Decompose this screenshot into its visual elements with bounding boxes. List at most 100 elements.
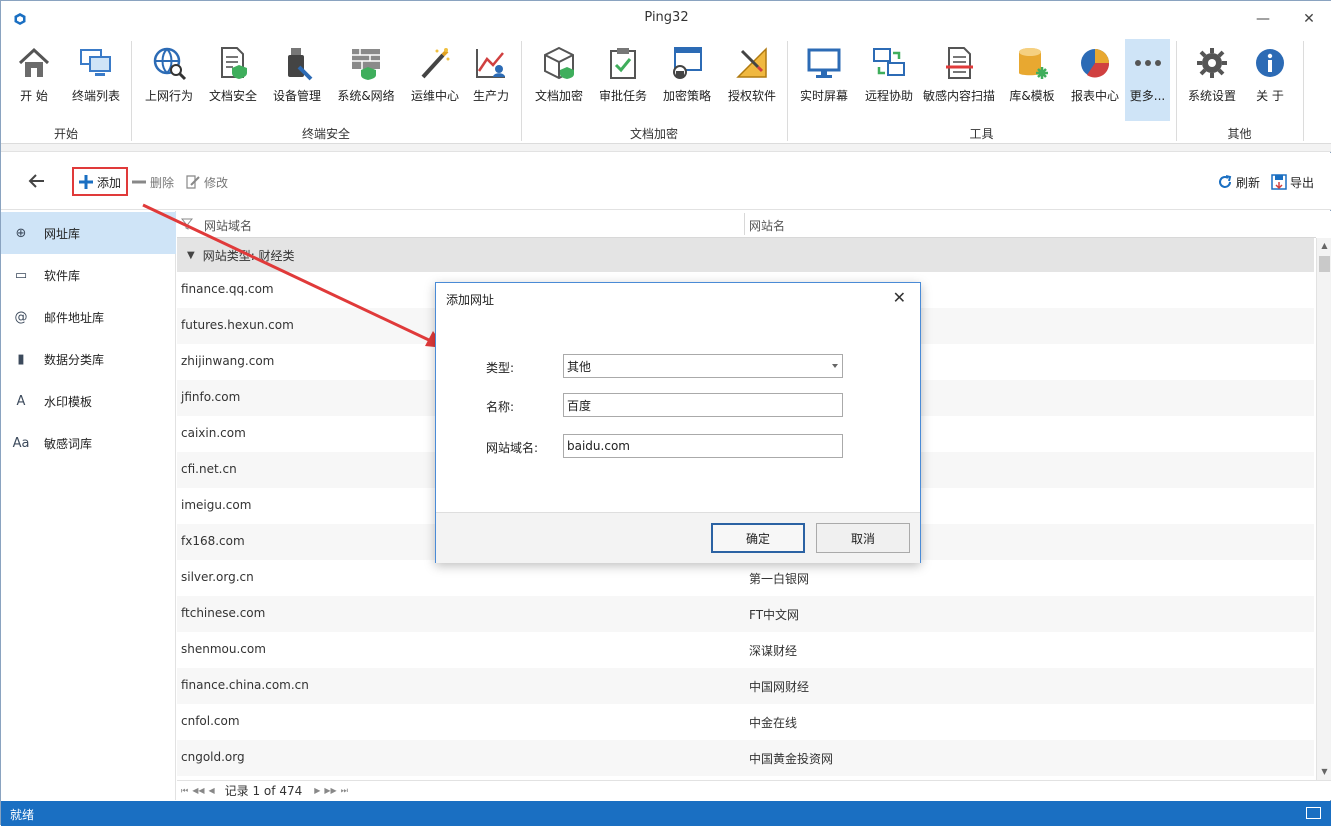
sidebar-item-software-library[interactable]: ▭ 软件库 <box>1 254 176 296</box>
back-arrow-icon[interactable] <box>27 171 47 191</box>
column-header-filter-icon[interactable] <box>180 217 196 231</box>
cell-name: FT中文网 <box>749 608 800 622</box>
ribbon-live-screen-button[interactable]: 实时屏幕 <box>796 39 852 121</box>
sidebar-item-email-library[interactable]: @ 邮件地址库 <box>1 296 176 338</box>
ribbon-sensitive-scan-button[interactable]: 敏感内容扫描 <box>921 39 997 121</box>
ribbon-report-center-button[interactable]: 报表中心 <box>1066 39 1124 121</box>
cell-domain: futures.hexun.com <box>181 318 294 332</box>
library-template-icon <box>1019 48 1048 79</box>
ribbon-remote-assist-button[interactable]: 远程协助 <box>861 39 917 121</box>
delete-button[interactable]: 删除 <box>131 172 174 192</box>
sidebar: ⊕ 网址库 ▭ 软件库 @ 邮件地址库 ▮ 数据分类库 A 水印模板 Aa 敏感… <box>1 211 176 800</box>
scroll-down-icon[interactable]: ▼ <box>1317 764 1331 780</box>
table-row[interactable]: cnfol.com 中金在线 <box>177 704 1314 740</box>
cancel-button[interactable]: 取消 <box>816 523 910 553</box>
table-row[interactable]: silver.org.cn 第一白银网 <box>177 560 1314 596</box>
next-page-icon[interactable]: ▶ <box>314 786 320 795</box>
sidebar-item-sensitive-words[interactable]: Aa 敏感词库 <box>1 422 176 464</box>
add-url-dialog: 添加网址 ✕ 类型: 其他 名称: 百度 网站域名: baidu.com 确定 … <box>435 282 921 563</box>
cell-domain: jfinfo.com <box>181 390 241 404</box>
name-input[interactable]: 百度 <box>563 393 843 417</box>
ribbon-terminal-list-button[interactable]: 终端列表 <box>67 39 125 121</box>
scroll-up-icon[interactable]: ▲ <box>1317 238 1331 254</box>
next-page-fast-icon[interactable]: ▶▶ <box>324 786 336 795</box>
close-button[interactable]: ✕ <box>1286 1 1331 37</box>
more-icon <box>1134 60 1161 66</box>
status-bar: 就绪 <box>1 801 1331 826</box>
ribbon-encrypt-policy-button[interactable]: 加密策略 <box>659 39 715 121</box>
chevron-down-icon[interactable]: ▼ <box>187 250 195 261</box>
sidebar-item-url-library[interactable]: ⊕ 网址库 <box>1 212 176 254</box>
app-window: Ping32 — ✕ 开 始 终端列表 上网行为 文档安全 设备管理 系统&网络… <box>0 0 1331 826</box>
cell-name: 第一白银网 <box>749 572 810 586</box>
group-label-terminal-security: 终端安全 <box>301 127 350 141</box>
plus-icon <box>79 175 93 189</box>
software-window-icon: ▭ <box>14 267 28 283</box>
edit-button[interactable]: 修改 <box>185 172 228 192</box>
export-button[interactable]: 导出 <box>1271 172 1314 192</box>
table-row[interactable]: finance.china.com.cn 中国网财经 <box>177 668 1314 704</box>
sidebar-item-data-category-library[interactable]: ▮ 数据分类库 <box>1 338 176 380</box>
status-text: 就绪 <box>10 808 35 822</box>
ribbon-web-behavior-button[interactable]: 上网行为 <box>141 39 197 121</box>
ribbon-authorized-software-button[interactable]: 授权软件 <box>723 39 781 121</box>
sidebar-item-watermark-template[interactable]: A 水印模板 <box>1 380 176 422</box>
cell-domain: cfi.net.cn <box>181 462 237 476</box>
ribbon-library-template-button[interactable]: 库&模板 <box>1004 39 1060 121</box>
first-page-icon[interactable]: ⏮ <box>181 786 188 796</box>
web-behavior-icon <box>153 47 187 81</box>
add-button[interactable]: 添加 <box>78 172 121 192</box>
ribbon-device-management-button[interactable]: 设备管理 <box>269 39 325 121</box>
dialog-close-icon[interactable]: ✕ <box>893 288 906 307</box>
cell-domain: ftchinese.com <box>181 606 266 620</box>
refresh-button[interactable]: 刷新 <box>1217 172 1260 192</box>
ribbon-system-network-button[interactable]: 系统&网络 <box>334 39 398 121</box>
vertical-scrollbar[interactable]: ▲ ▼ <box>1316 238 1331 780</box>
encrypt-policy-icon <box>673 47 702 79</box>
table-row[interactable]: shenmou.com 深谋财经 <box>177 632 1314 668</box>
ribbon-home-button[interactable]: 开 始 <box>7 39 61 121</box>
ribbon-about-button[interactable]: 关 于 <box>1247 39 1293 121</box>
window-title: Ping32 <box>644 10 689 25</box>
dialog-title: 添加网址 <box>446 293 495 307</box>
status-panel-icon[interactable] <box>1306 807 1321 819</box>
terminal-list-icon <box>80 49 111 76</box>
ribbon-settings-button[interactable]: 系统设置 <box>1183 39 1241 121</box>
group-row[interactable]: ▼ 网站类型: 财经类 <box>177 238 1314 272</box>
domain-input[interactable]: baidu.com <box>563 434 843 458</box>
table-row[interactable]: ftchinese.com FT中文网 <box>177 596 1314 632</box>
type-select[interactable]: 其他 <box>563 354 843 378</box>
last-page-icon[interactable]: ⏭ <box>341 786 348 796</box>
record-indicator: 记录 1 of 474 <box>224 784 303 798</box>
report-center-icon <box>1081 49 1110 78</box>
cell-domain: caixin.com <box>181 426 246 440</box>
minimize-button[interactable]: — <box>1240 1 1286 37</box>
table-row[interactable]: cngold.org 中国黄金投资网 <box>177 740 1314 776</box>
title-bar: Ping32 — ✕ <box>1 1 1331 37</box>
device-management-icon <box>288 48 313 81</box>
prev-page-icon[interactable]: ◀ <box>209 786 215 795</box>
ribbon-more-button[interactable]: 更多... <box>1125 39 1170 121</box>
prev-page-fast-icon[interactable]: ◀◀ <box>192 786 204 795</box>
ribbon-approval-task-button[interactable]: 审批任务 <box>595 39 651 121</box>
cell-name: 深谋财经 <box>749 644 798 658</box>
column-header-domain[interactable]: 网站域名 <box>204 217 252 234</box>
watermark-icon: A <box>16 393 26 409</box>
scroll-thumb[interactable] <box>1319 256 1330 272</box>
edit-icon <box>186 175 200 189</box>
ribbon-ops-center-button[interactable]: 运维中心 <box>407 39 463 121</box>
group-label-tools: 工具 <box>969 127 994 141</box>
ribbon-document-security-button[interactable]: 文档安全 <box>205 39 261 121</box>
ribbon-document-encrypt-button[interactable]: 文档加密 <box>531 39 587 121</box>
at-icon: @ <box>14 309 28 325</box>
dropdown-arrow-icon[interactable] <box>832 364 838 368</box>
globe-icon: ⊕ <box>15 225 27 241</box>
column-header-name[interactable]: 网站名 <box>749 217 785 234</box>
cell-domain: shenmou.com <box>181 642 266 656</box>
remote-assist-icon <box>873 48 905 76</box>
ok-button[interactable]: 确定 <box>711 523 805 553</box>
ribbon-productivity-button[interactable]: 生产力 <box>468 39 514 121</box>
sensitive-scan-icon <box>946 47 973 79</box>
cell-domain: finance.china.com.cn <box>181 678 309 692</box>
home-icon <box>18 47 50 77</box>
